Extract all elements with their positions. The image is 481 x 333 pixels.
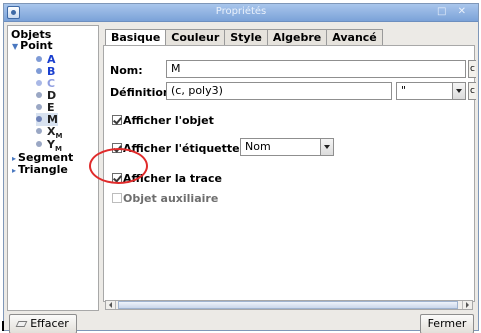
tree-node-point[interactable]: ▼ Point [12,39,53,52]
point-icon [36,104,42,110]
eraser-icon [15,321,28,327]
auxiliary-object-checkbox[interactable]: Objet auxiliaire [112,192,218,205]
window-title: Propriétés [215,6,267,17]
scroll-left-icon[interactable] [106,301,116,309]
text-cursor [2,321,4,331]
definition-select-value: " [401,84,407,97]
show-object-checkbox[interactable]: Afficher l'objet [112,114,214,127]
name-label: Nom: [110,64,143,77]
name-input[interactable]: M [166,60,466,78]
point-icon [36,68,42,74]
label-mode-value: Nom [245,140,271,153]
checkbox-checked-icon[interactable] [112,115,122,125]
collapsed-arrow-icon[interactable]: ▸ [12,154,16,163]
basic-tab-panel: Nom: M c Définition: (c, poly3) " c Affi… [103,45,476,302]
point-icon [36,80,42,86]
point-icon [36,92,42,98]
tab-bar: Basique Couleur Style Algebre Avancé [105,29,383,46]
definition-input[interactable]: (c, poly3) [166,82,392,100]
point-icon [36,128,42,134]
collapsed-arrow-icon[interactable]: ▸ [12,166,16,175]
tab-couleur[interactable]: Couleur [165,29,226,45]
tab-avance[interactable]: Avancé [326,29,383,45]
tab-algebre[interactable]: Algebre [266,29,328,45]
checkbox-unchecked-icon[interactable] [112,193,122,203]
properties-window: Propriétés □ ✕ Objets ▼ Point A B C D E M… [3,3,479,333]
definition-edge-button[interactable]: c [468,82,476,100]
tab-basique[interactable]: Basique [105,29,167,46]
scroll-right-icon[interactable] [462,301,472,309]
tab-style[interactable]: Style [224,29,268,45]
name-edge-button[interactable]: c [468,60,476,78]
title-bar[interactable]: Propriétés □ ✕ [4,4,478,22]
highlight-circle [89,148,148,184]
label-mode-select[interactable]: Nom [240,138,334,156]
point-icon [36,141,42,147]
definition-select[interactable]: " [396,82,466,100]
expanded-arrow-icon[interactable]: ▼ [12,42,18,51]
chevron-down-icon[interactable] [452,83,465,99]
horizontal-scrollbar[interactable] [105,300,473,310]
tree-node-triangle[interactable]: ▸ Triangle [12,163,68,176]
point-icon [36,56,42,62]
properties-content: Basique Couleur Style Algebre Avancé Nom… [101,25,476,311]
close-button[interactable]: Fermer [420,314,474,333]
window-controls[interactable]: □ ✕ [437,6,470,17]
chevron-down-icon[interactable] [320,139,333,155]
delete-button[interactable]: Effacer [9,314,77,333]
point-icon [36,116,42,122]
scroll-thumb[interactable] [118,301,458,309]
objects-tree: Objets ▼ Point A B C D E M XM YM ▸ Segment… [7,25,99,311]
